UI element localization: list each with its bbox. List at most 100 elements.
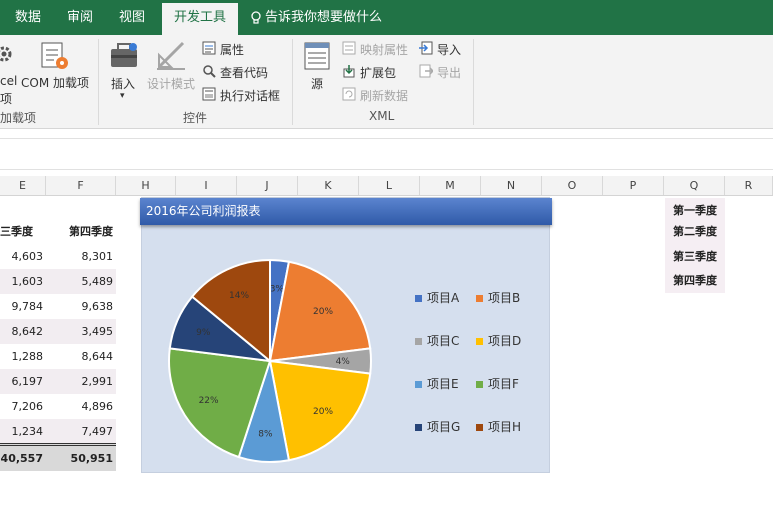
expansion-packs-button[interactable]: 扩展包 <box>360 64 396 81</box>
legend-label: 项目A <box>427 291 460 305</box>
column-header-j[interactable]: J <box>237 176 298 195</box>
table-row: 8,642 3,495 <box>0 319 116 344</box>
tab-review[interactable]: 审阅 <box>58 0 102 35</box>
total-q4[interactable]: 50,951 <box>46 446 116 471</box>
run-dialog-button[interactable]: 执行对话框 <box>220 87 280 104</box>
column-header-h[interactable]: H <box>116 176 176 195</box>
xml-source-icon <box>304 42 330 70</box>
legend-item-2[interactable]: 项目C <box>415 332 459 349</box>
total-q3[interactable]: 40,557 <box>0 446 46 471</box>
column-header-l[interactable]: L <box>359 176 420 195</box>
legend-label: 项目B <box>488 291 521 305</box>
column-header-f[interactable]: F <box>46 176 116 195</box>
refresh-data-button[interactable]: 刷新数据 <box>360 87 408 104</box>
excel-addins-label-b[interactable]: 项 <box>0 90 12 107</box>
properties-button[interactable]: 属性 <box>220 41 244 58</box>
pie-chart[interactable]: 2016年公司利润报表 3% 20% 4% 20% 8% 22% 9% 14% 项目A 项目B 项… <box>140 197 552 473</box>
column-header-q[interactable]: Q <box>664 176 725 195</box>
table-row: 1,603 5,489 <box>0 269 116 294</box>
data-label-7: 14% <box>229 291 249 301</box>
legend-item-0[interactable]: 项目A <box>415 289 459 306</box>
tell-me-search[interactable]: 告诉我你想要做什么 <box>250 0 382 35</box>
legend-item-5[interactable]: 项目F <box>476 375 519 392</box>
table-row: 6,197 2,991 <box>0 369 116 394</box>
table-row: 1,234 7,497 <box>0 419 116 444</box>
column-header-o[interactable]: O <box>542 176 603 195</box>
data-label-4: 8% <box>258 430 273 440</box>
legend-label: 项目H <box>488 420 522 434</box>
table-cell[interactable]: 1,603 <box>0 269 46 294</box>
table-cell[interactable]: 6,197 <box>0 369 46 394</box>
table-cell[interactable]: 7,206 <box>0 394 46 419</box>
table-cell[interactable]: 8,642 <box>0 319 46 344</box>
design-mode-icon <box>157 41 185 70</box>
chevron-down-icon[interactable]: ▾ <box>120 91 125 101</box>
column-header-n[interactable]: N <box>481 176 542 195</box>
header-q3[interactable]: 三季度 <box>0 219 46 244</box>
insert-button[interactable]: 插入 <box>111 75 135 92</box>
column-header-k[interactable]: K <box>298 176 359 195</box>
legend-swatch <box>476 295 483 302</box>
data-label-5: 22% <box>199 396 219 406</box>
controls-group-label: 控件 <box>183 111 208 125</box>
legend-item-7[interactable]: 项目H <box>476 418 521 435</box>
view-code-button[interactable]: 查看代码 <box>220 64 268 81</box>
import-button[interactable]: 导入 <box>437 41 461 58</box>
properties-icon <box>202 41 216 55</box>
column-header-i[interactable]: I <box>176 176 237 195</box>
tab-developer[interactable]: 开发工具 <box>162 3 238 35</box>
quarter-item[interactable]: 第三季度 <box>665 244 725 269</box>
legend-swatch <box>415 338 422 345</box>
table-cell[interactable]: 1,288 <box>0 344 46 369</box>
excel-addins-label-a[interactable]: cel <box>0 74 17 88</box>
legend-label: 项目C <box>427 334 460 348</box>
formula-bar[interactable] <box>0 138 773 170</box>
com-addins-button[interactable]: COM 加载项 <box>21 74 89 91</box>
legend-item-3[interactable]: 项目D <box>476 332 521 349</box>
column-header-m[interactable]: M <box>420 176 481 195</box>
header-q4[interactable]: 第四季度 <box>46 219 116 244</box>
column-header-e[interactable]: E <box>0 176 46 195</box>
column-header-p[interactable]: P <box>603 176 664 195</box>
export-button[interactable]: 导出 <box>437 64 461 81</box>
com-addins-icon <box>41 42 68 69</box>
group-divider <box>98 39 99 125</box>
quarter-item[interactable]: 第二季度 <box>665 219 725 244</box>
legend-label: 项目F <box>488 377 519 391</box>
import-icon <box>419 41 433 55</box>
addins-group-label: 加载项 <box>0 111 37 125</box>
column-header-r[interactable]: R <box>725 176 773 195</box>
table-cell[interactable]: 8,301 <box>46 244 116 269</box>
table-cell[interactable]: 8,644 <box>46 344 116 369</box>
table-row: 4,603 8,301 <box>0 244 116 269</box>
table-header-row: 三季度 第四季度 <box>0 219 116 246</box>
legend-item-4[interactable]: 项目E <box>415 375 459 392</box>
table-cell[interactable]: 1,234 <box>0 419 46 444</box>
toolbox-icon <box>111 43 137 67</box>
ribbon-panel: cel 项 COM 加载项 加载项 插入 ▾ 设计模式 属性 查看代码 执行对话… <box>0 35 773 129</box>
refresh-data-icon <box>342 87 356 101</box>
data-label-1: 20% <box>313 307 333 317</box>
table-cell[interactable]: 7,497 <box>46 419 116 444</box>
map-properties-button[interactable]: 映射属性 <box>360 41 408 58</box>
table-cell[interactable]: 9,638 <box>46 294 116 319</box>
design-mode-button[interactable]: 设计模式 <box>147 75 195 92</box>
legend-item-6[interactable]: 项目G <box>415 418 460 435</box>
table-cell[interactable]: 2,991 <box>46 369 116 394</box>
tab-data[interactable]: 数据 <box>6 0 50 35</box>
view-code-icon <box>203 65 216 78</box>
legend-swatch <box>476 424 483 431</box>
run-dialog-icon <box>202 87 216 101</box>
tab-view[interactable]: 视图 <box>110 0 154 35</box>
table-cell[interactable]: 4,603 <box>0 244 46 269</box>
table-cell[interactable]: 5,489 <box>46 269 116 294</box>
data-label-6: 9% <box>196 328 211 338</box>
table-cell[interactable]: 9,784 <box>0 294 46 319</box>
table-cell[interactable]: 4,896 <box>46 394 116 419</box>
table-row: 7,206 4,896 <box>0 394 116 419</box>
xml-source-button[interactable]: 源 <box>311 75 323 92</box>
legend-item-1[interactable]: 项目B <box>476 289 520 306</box>
expansion-packs-icon <box>343 65 355 78</box>
quarter-item[interactable]: 第四季度 <box>665 268 725 293</box>
table-cell[interactable]: 3,495 <box>46 319 116 344</box>
